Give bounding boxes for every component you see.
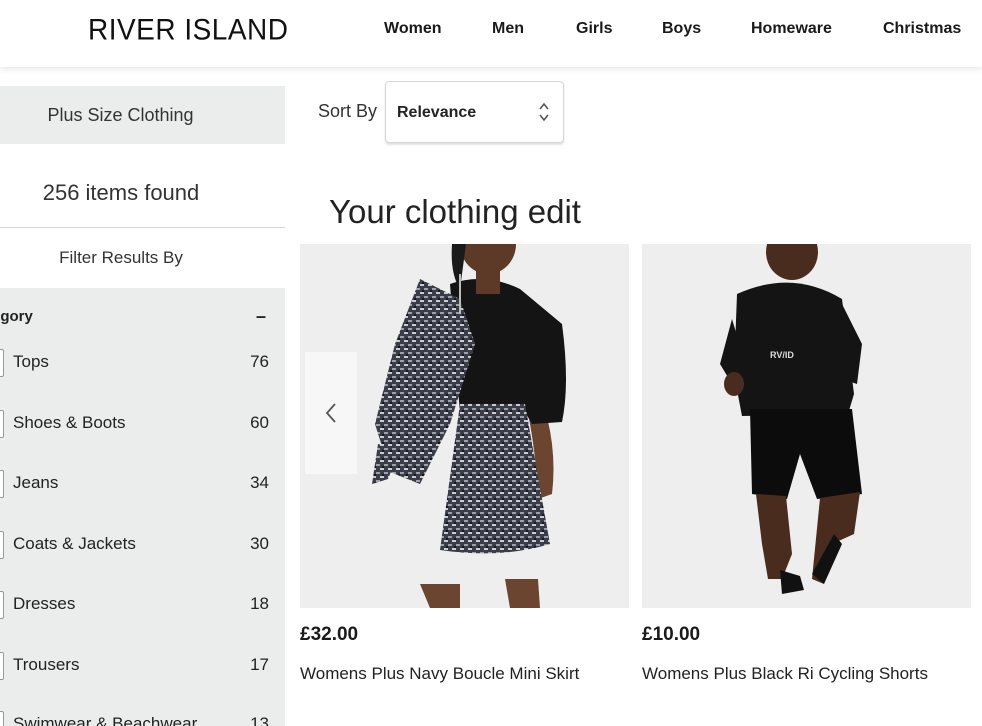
filter-results-heading: Filter Results By <box>59 248 183 267</box>
product-name[interactable]: Womens Plus Navy Boucle Mini Skirt <box>300 664 579 684</box>
product-price: £10.00 <box>642 624 701 645</box>
checkbox[interactable] <box>0 652 4 680</box>
shorts-print-text: RV/ID <box>770 350 794 360</box>
category-filter-shoes-boots[interactable]: Shoes & Boots 60 <box>0 403 285 443</box>
category-label: Coats & Jackets <box>13 534 136 553</box>
sort-by-label: Sort By <box>318 101 378 121</box>
category-label: Trousers <box>13 655 80 674</box>
category-count: 30 <box>250 534 269 553</box>
page-title: Your clothing edit <box>329 193 581 230</box>
category-count: 18 <box>250 594 269 613</box>
product-image[interactable]: RV/ID <box>642 244 971 608</box>
nav-item-homeware[interactable]: Homeware <box>751 20 832 38</box>
nav-item-christmas[interactable]: Christmas <box>883 20 961 38</box>
category-filter-trousers[interactable]: Trousers 17 <box>0 645 285 685</box>
items-found-count: 256 items found <box>42 180 200 205</box>
checkbox[interactable] <box>0 470 4 498</box>
checkbox[interactable] <box>0 591 4 619</box>
category-filter-coats-jackets[interactable]: Coats & Jackets 30 <box>0 524 285 564</box>
category-filter-panel: egory – Tops 76 Shoes & Boots 60 Jeans 3… <box>0 288 285 726</box>
category-filter-tops[interactable]: Tops 76 <box>0 342 285 382</box>
category-filter-title[interactable]: egory <box>0 308 33 325</box>
product-image[interactable] <box>300 244 629 608</box>
category-count: 13 <box>250 714 269 726</box>
category-count: 60 <box>250 413 269 432</box>
category-heading: Plus Size Clothing <box>0 86 285 144</box>
category-label: Tops <box>13 352 49 371</box>
filter-sidebar: Plus Size Clothing 256 items found Filte… <box>0 67 285 726</box>
nav-item-women[interactable]: Women <box>384 20 441 38</box>
product-price: £32.00 <box>300 624 359 645</box>
category-filter-dresses[interactable]: Dresses 18 <box>0 584 285 624</box>
category-label: Jeans <box>13 473 59 492</box>
nav-item-boys[interactable]: Boys <box>662 20 701 38</box>
sort-select[interactable]: Relevance <box>385 81 564 143</box>
category-filter-swimwear-beachwear[interactable]: Swimwear & Beachwear 13 <box>0 704 285 726</box>
nav-item-men[interactable]: Men <box>492 20 524 38</box>
category-count: 76 <box>250 352 269 371</box>
category-label: Dresses <box>13 594 76 613</box>
checkbox[interactable] <box>0 531 4 559</box>
site-header: RIVER ISLAND Women Men Girls Boys Homewa… <box>0 0 982 67</box>
product-name[interactable]: Womens Plus Black Ri Cycling Shorts <box>642 664 928 684</box>
nav-item-girls[interactable]: Girls <box>576 20 612 38</box>
carousel-prev-button[interactable] <box>305 352 357 474</box>
category-count: 34 <box>250 473 269 492</box>
checkbox[interactable] <box>0 410 4 438</box>
product-photo-shorts: RV/ID <box>642 244 971 608</box>
category-count: 17 <box>250 655 269 674</box>
checkbox[interactable] <box>0 349 4 377</box>
collapse-icon[interactable]: – <box>256 306 266 327</box>
category-filter-jeans[interactable]: Jeans 34 <box>0 463 285 503</box>
category-label: Swimwear & Beachwear <box>13 714 198 726</box>
river-island-logo[interactable]: RIVER ISLAND <box>88 13 289 47</box>
checkbox[interactable] <box>0 711 4 726</box>
sort-selected-value: Relevance <box>397 104 477 121</box>
sidebar-divider <box>0 227 285 228</box>
sort-arrows-icon <box>539 102 549 122</box>
chevron-left-icon <box>325 403 336 423</box>
category-label: Shoes & Boots <box>13 413 126 432</box>
